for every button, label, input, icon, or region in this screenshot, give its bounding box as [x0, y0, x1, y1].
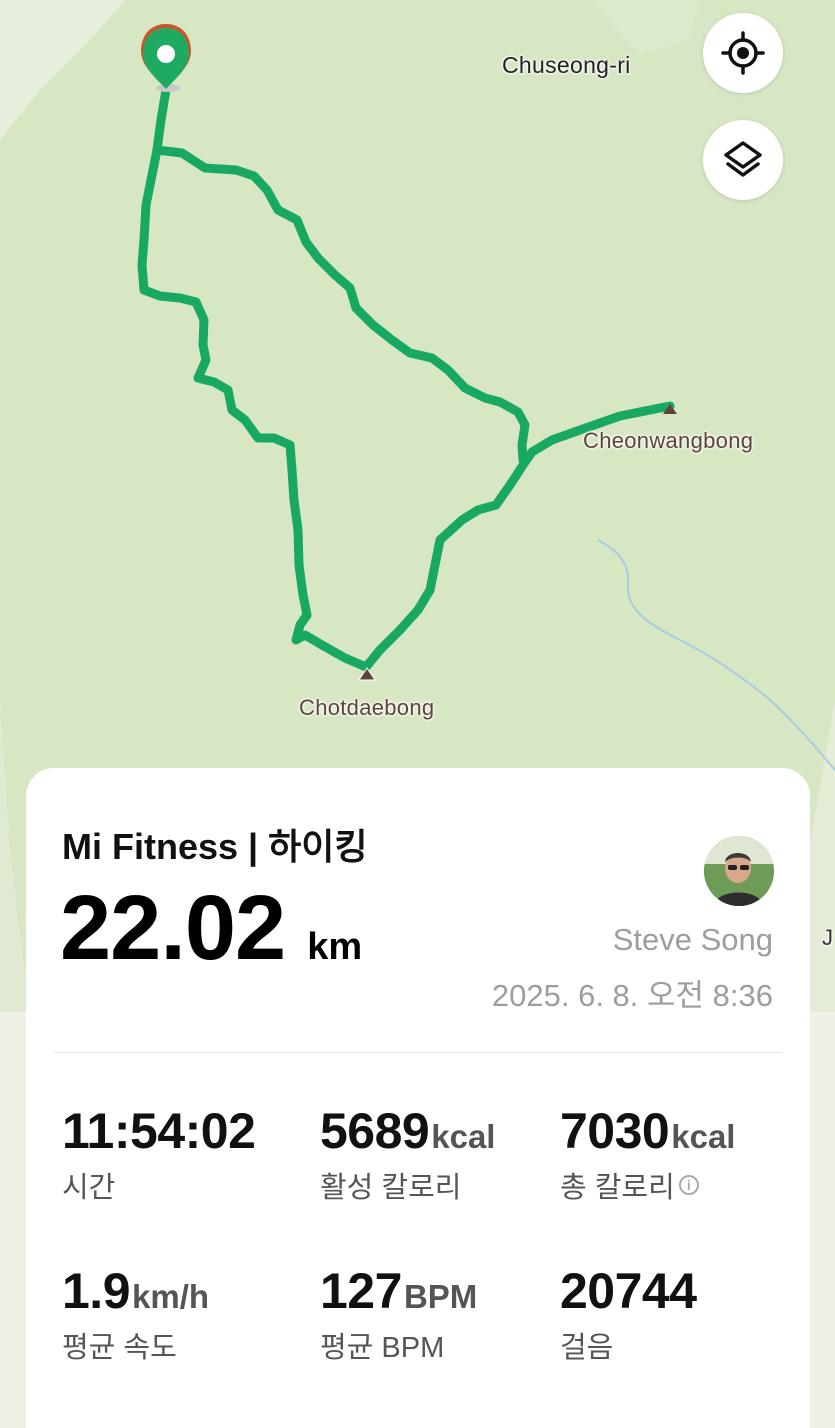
map-label-peak-south: Chotdaebong — [299, 695, 435, 720]
divider — [54, 1052, 782, 1053]
workout-title: Mi Fitness | 하이킹 — [62, 826, 368, 867]
stat-unit: km/h — [132, 1278, 210, 1315]
stat-value: 1.9 — [62, 1263, 131, 1319]
distance-value: 22.02 — [60, 877, 286, 979]
map-label-peak-east: Cheonwangbong — [583, 428, 754, 453]
stat-label: 걸음 — [560, 1332, 614, 1364]
avatar-photo — [704, 836, 774, 906]
crosshair-target-icon — [721, 31, 765, 75]
stat-value: 20744 — [560, 1263, 697, 1319]
stat-total-calories: 7030 kcal 총 칼로리 i — [560, 1102, 735, 1206]
map-label-edge: J — [822, 925, 834, 950]
stat-label: 평균 BPM — [320, 1332, 445, 1364]
stat-average-bpm: 127 BPM 평균 BPM — [320, 1262, 477, 1366]
stat-average-speed: 1.9 km/h 평균 속도 — [62, 1262, 209, 1366]
avatar[interactable] — [704, 836, 774, 906]
info-icon[interactable]: i — [678, 1175, 699, 1195]
stat-label: 시간 — [62, 1172, 116, 1204]
route-path-2 — [152, 145, 530, 465]
map-label-village: Chuseong-ri — [502, 52, 631, 78]
user-name: Steve Song — [612, 922, 773, 957]
stat-active-calories: 5689 kcal 활성 칼로리 — [320, 1102, 495, 1206]
stat-value: 11:54:02 — [62, 1103, 256, 1159]
start-pin-icon — [141, 24, 191, 92]
stat-value: 7030 — [560, 1103, 670, 1159]
stat-unit: BPM — [403, 1278, 478, 1315]
stat-label: 총 칼로리 — [560, 1172, 675, 1204]
stat-value: 127 — [320, 1263, 402, 1319]
distance-unit: km — [307, 926, 363, 968]
stat-value: 5689 — [320, 1103, 430, 1159]
workout-summary-card: Mi Fitness | 하이킹 22.02 km Steve Song 202… — [26, 768, 810, 1428]
layers-icon — [724, 141, 762, 177]
workout-date: 2025. 6. 8. 오전 8:36 — [491, 978, 773, 1013]
route-path — [137, 85, 675, 672]
stat-unit: kcal — [431, 1118, 496, 1155]
stat-duration: 11:54:02 시간 — [62, 1102, 256, 1206]
stat-steps: 20744 걸음 — [560, 1262, 697, 1366]
distance-display: 22.02 km — [60, 876, 362, 981]
stat-label: 평균 속도 — [62, 1332, 177, 1364]
map-layers-button[interactable] — [703, 120, 783, 200]
stat-label: 활성 칼로리 — [320, 1172, 462, 1204]
locate-button[interactable] — [703, 13, 783, 93]
stat-unit: kcal — [671, 1118, 736, 1155]
stat-label-row: 총 칼로리 i — [560, 1164, 735, 1206]
